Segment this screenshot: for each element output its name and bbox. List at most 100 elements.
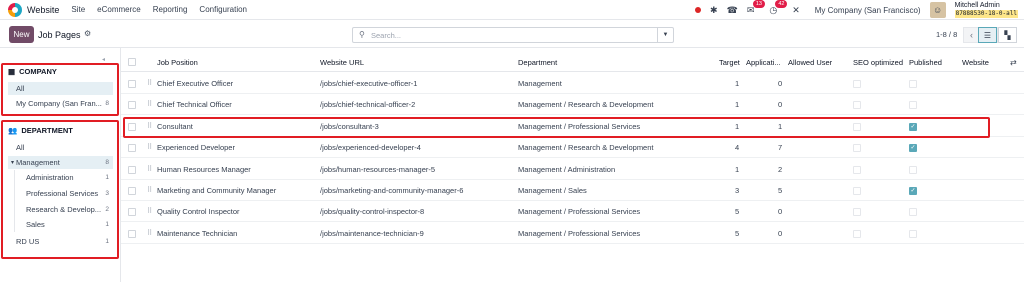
column-seo-optimized[interactable]: SEO optimized	[853, 58, 903, 67]
new-button[interactable]: New	[9, 26, 34, 43]
published-checkbox[interactable]	[909, 80, 917, 88]
cell-job-position: Chief Technical Officer	[157, 100, 232, 110]
row-select-checkbox[interactable]	[128, 144, 136, 153]
table-row[interactable]: ⠿ Chief Executive Officer/jobs/chief-exec…	[121, 73, 1024, 94]
cell-department: Management / Research & Development	[518, 100, 654, 110]
menu-ecommerce[interactable]: eCommerce	[97, 5, 141, 14]
app-name[interactable]: Website	[27, 5, 59, 15]
column-applications[interactable]: Applicati...	[746, 58, 781, 67]
optional-columns-icon[interactable]: ⇄	[1010, 58, 1017, 67]
cell-department: Management / Research & Development	[518, 143, 654, 153]
tools-icon[interactable]: ✕	[792, 5, 800, 16]
seo-optimized-checkbox	[853, 187, 861, 195]
menu-configuration[interactable]: Configuration	[199, 5, 247, 14]
drag-handle-icon[interactable]: ⠿	[147, 100, 152, 108]
row-select-checkbox[interactable]	[128, 208, 136, 217]
cell-applications: 0	[778, 100, 783, 110]
table-row[interactable]: ⠿ Maintenance Technician/jobs/maintenance…	[121, 223, 1024, 244]
row-select-checkbox[interactable]	[128, 80, 136, 88]
activities-badge: 42	[775, 0, 788, 8]
row-select-checkbox[interactable]	[128, 229, 136, 238]
menu-site[interactable]: Site	[71, 5, 85, 14]
drag-handle-icon[interactable]: ⠿	[147, 143, 152, 151]
cell-website-url: /jobs/chief-technical-officer-2	[320, 100, 416, 110]
user-menu[interactable]: Mitchell Admin 87888530-18-0-all	[954, 2, 1018, 18]
cell-applications: 0	[778, 207, 783, 217]
drag-handle-icon[interactable]: ⠿	[147, 165, 152, 173]
top-navbar: Website Site eCommerce Reporting Configu…	[0, 0, 1024, 20]
published-checkbox[interactable]	[909, 101, 917, 110]
table-row[interactable]: ⠿ Quality Control Inspector/jobs/quality-…	[121, 201, 1024, 223]
cell-applications: 0	[778, 228, 783, 238]
column-allowed-user[interactable]: Allowed User	[788, 58, 832, 67]
user-name: Mitchell Admin	[954, 2, 1000, 9]
cell-target: 1	[735, 79, 740, 88]
cell-applications: 7	[778, 143, 783, 153]
select-all-checkbox[interactable]	[128, 58, 136, 66]
drag-handle-icon[interactable]: ⠿	[147, 186, 152, 194]
cell-website-url: /jobs/chief-executive-officer-1	[320, 79, 418, 88]
seo-optimized-checkbox	[853, 229, 861, 238]
published-checkbox[interactable]	[909, 229, 917, 238]
search-bar: ⚲ Search... ▼	[352, 27, 674, 43]
row-select-checkbox[interactable]	[128, 165, 136, 174]
breadcrumb-title: Job Pages	[38, 30, 81, 40]
cell-website-url: /jobs/marketing-and-community-manager-6	[320, 186, 464, 195]
kanban-view-icon[interactable]: ▚	[998, 27, 1017, 43]
column-website[interactable]: Website	[962, 58, 989, 67]
systray: ✱ ☎ ✉ 13 ◷ 42 ✕ My Company (San Francisco)…	[695, 0, 1018, 20]
cell-target: 5	[735, 207, 740, 217]
table-row[interactable]: ⠿ Experienced Developer/jobs/experienced-…	[121, 137, 1024, 159]
company-switcher[interactable]: My Company (San Francisco)	[815, 6, 921, 15]
list-view-icon[interactable]: ☰	[978, 27, 997, 43]
seo-optimized-checkbox	[853, 101, 861, 110]
phone-icon[interactable]: ☎	[727, 5, 738, 16]
table-row[interactable]: ⠿ Chief Technical Officer/jobs/chief-tech…	[121, 94, 1024, 116]
cell-job-position: Chief Executive Officer	[157, 79, 234, 88]
table-row[interactable]: ⠿ Human Resources Manager/jobs/human-reso…	[121, 159, 1024, 180]
pager-value[interactable]: 1-8 / 8	[936, 30, 957, 39]
drag-handle-icon[interactable]: ⠿	[147, 79, 152, 87]
drag-handle-icon[interactable]: ⠿	[147, 207, 152, 215]
cell-website-url: /jobs/human-resources-manager-5	[320, 164, 436, 174]
seo-optimized-checkbox	[853, 80, 861, 88]
company-highlight-box	[1, 63, 119, 116]
collapse-panel-icon[interactable]: ◂	[102, 56, 105, 63]
column-department[interactable]: Department	[518, 58, 557, 67]
published-checkbox[interactable]	[909, 208, 917, 217]
cell-target: 1	[735, 100, 740, 110]
column-website-url[interactable]: Website URL	[320, 58, 364, 67]
cell-target: 4	[735, 143, 740, 153]
messages-icon[interactable]: ✉ 13	[747, 0, 765, 16]
row-select-checkbox[interactable]	[128, 187, 136, 195]
published-checkbox[interactable]	[909, 165, 917, 174]
cell-job-position: Human Resources Manager	[157, 164, 251, 174]
table-row[interactable]: ⠿ Marketing and Community Manager/jobs/ma…	[121, 180, 1024, 201]
seo-optimized-checkbox	[853, 165, 861, 174]
column-published[interactable]: Published	[909, 58, 942, 67]
published-checkbox[interactable]: ✓	[909, 144, 917, 153]
bug-icon[interactable]: ✱	[710, 5, 718, 16]
cell-job-position: Quality Control Inspector	[157, 207, 240, 217]
cell-target: 5	[735, 228, 740, 238]
search-input[interactable]: Search...	[371, 31, 401, 40]
published-checkbox[interactable]: ✓	[909, 187, 917, 195]
user-avatar[interactable]: ☺	[929, 2, 946, 18]
cell-website-url: /jobs/experienced-developer-4	[320, 143, 421, 153]
seo-optimized-checkbox	[853, 144, 861, 153]
drag-handle-icon[interactable]: ⠿	[147, 229, 152, 237]
column-target[interactable]: Target	[719, 58, 740, 67]
cell-applications: 0	[778, 79, 783, 88]
menu-reporting[interactable]: Reporting	[153, 5, 188, 14]
cell-applications: 5	[778, 186, 783, 195]
activity-clock-icon[interactable]: ◷ 42	[769, 0, 788, 16]
cell-website-url: /jobs/maintenance-technician-9	[320, 228, 424, 238]
website-app-icon[interactable]	[8, 2, 22, 17]
column-job-position[interactable]: Job Position	[157, 58, 198, 67]
actions-gear-icon[interactable]: ⚙	[84, 29, 91, 38]
cell-department: Management / Professional Services	[518, 207, 641, 217]
search-options-toggle-icon[interactable]: ▼	[657, 28, 673, 42]
recording-dot-icon[interactable]	[695, 7, 702, 13]
row-select-checkbox[interactable]	[128, 101, 136, 110]
cell-target: 3	[735, 186, 740, 195]
